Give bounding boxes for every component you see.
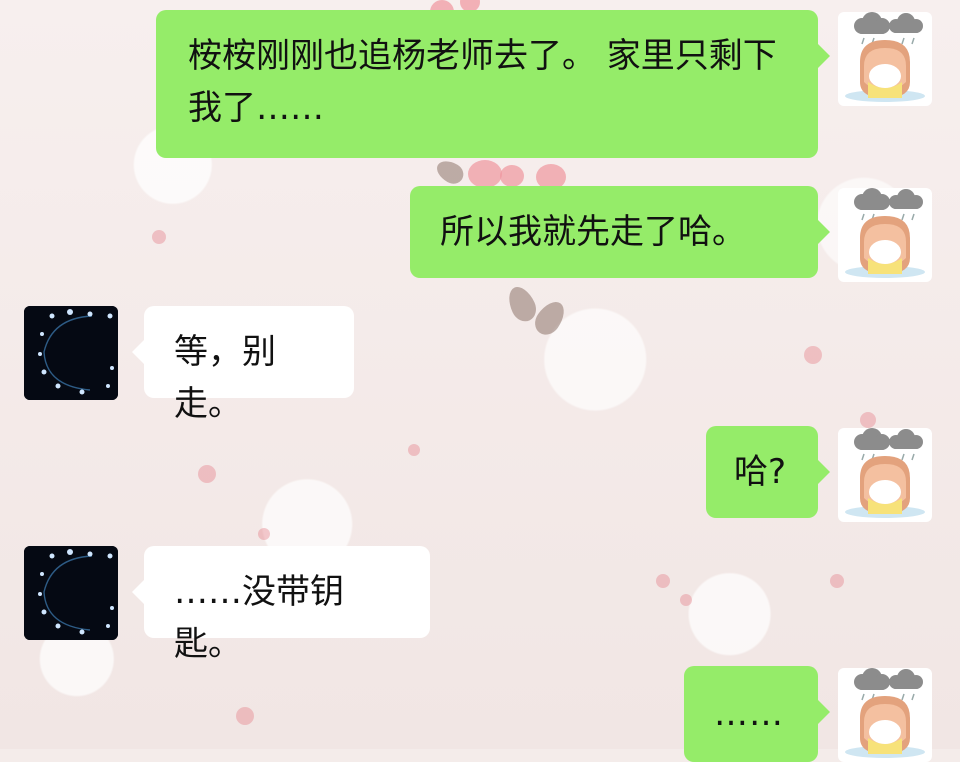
constellation-avatar-icon [24,546,118,640]
girl-avatar-icon [838,188,932,282]
user-avatar[interactable] [838,12,932,106]
contact-avatar[interactable] [24,306,118,400]
message-text: 等，别走。 [174,332,276,424]
bubble-tail [132,580,144,604]
message-row: …… [0,660,960,762]
sent-message-bubble[interactable]: 桉桉刚刚也追杨老师去了。 家里只剩下我了…… [156,10,830,158]
message-text: 哈? [734,452,787,492]
sent-message-bubble[interactable]: …… [684,666,830,762]
user-avatar[interactable] [838,668,932,762]
contact-avatar[interactable] [24,546,118,640]
girl-avatar-icon [838,428,932,522]
sent-message-bubble[interactable]: 所以我就先走了哈。 [410,186,830,278]
user-avatar[interactable] [838,428,932,522]
girl-avatar-icon [838,668,932,762]
received-message-bubble[interactable]: ……没带钥匙。 [132,546,430,664]
message-row: 桉桉刚刚也追杨老师去了。 家里只剩下我了…… [0,0,960,170]
bubble-tail [132,340,144,364]
girl-avatar-icon [838,12,932,106]
message-text: 桉桉刚刚也追杨老师去了。 家里只剩下我了…… [188,36,777,128]
constellation-avatar-icon [24,306,118,400]
bubble-tail [818,44,830,68]
user-avatar[interactable] [838,188,932,282]
sent-message-bubble[interactable]: 哈? [706,426,830,518]
bubble-tail [818,220,830,244]
message-text: …… [714,694,784,734]
message-row: 所以我就先走了哈。 [0,180,960,282]
message-text: 所以我就先走了哈。 [440,212,746,252]
message-row: 等，别走。 [0,300,960,424]
message-row: ……没带钥匙。 [0,540,960,664]
bubble-tail [818,460,830,484]
bubble-tail [818,700,830,724]
message-text: ……没带钥匙。 [174,572,344,664]
received-message-bubble[interactable]: 等，别走。 [132,306,354,424]
message-row: 哈? [0,420,960,530]
